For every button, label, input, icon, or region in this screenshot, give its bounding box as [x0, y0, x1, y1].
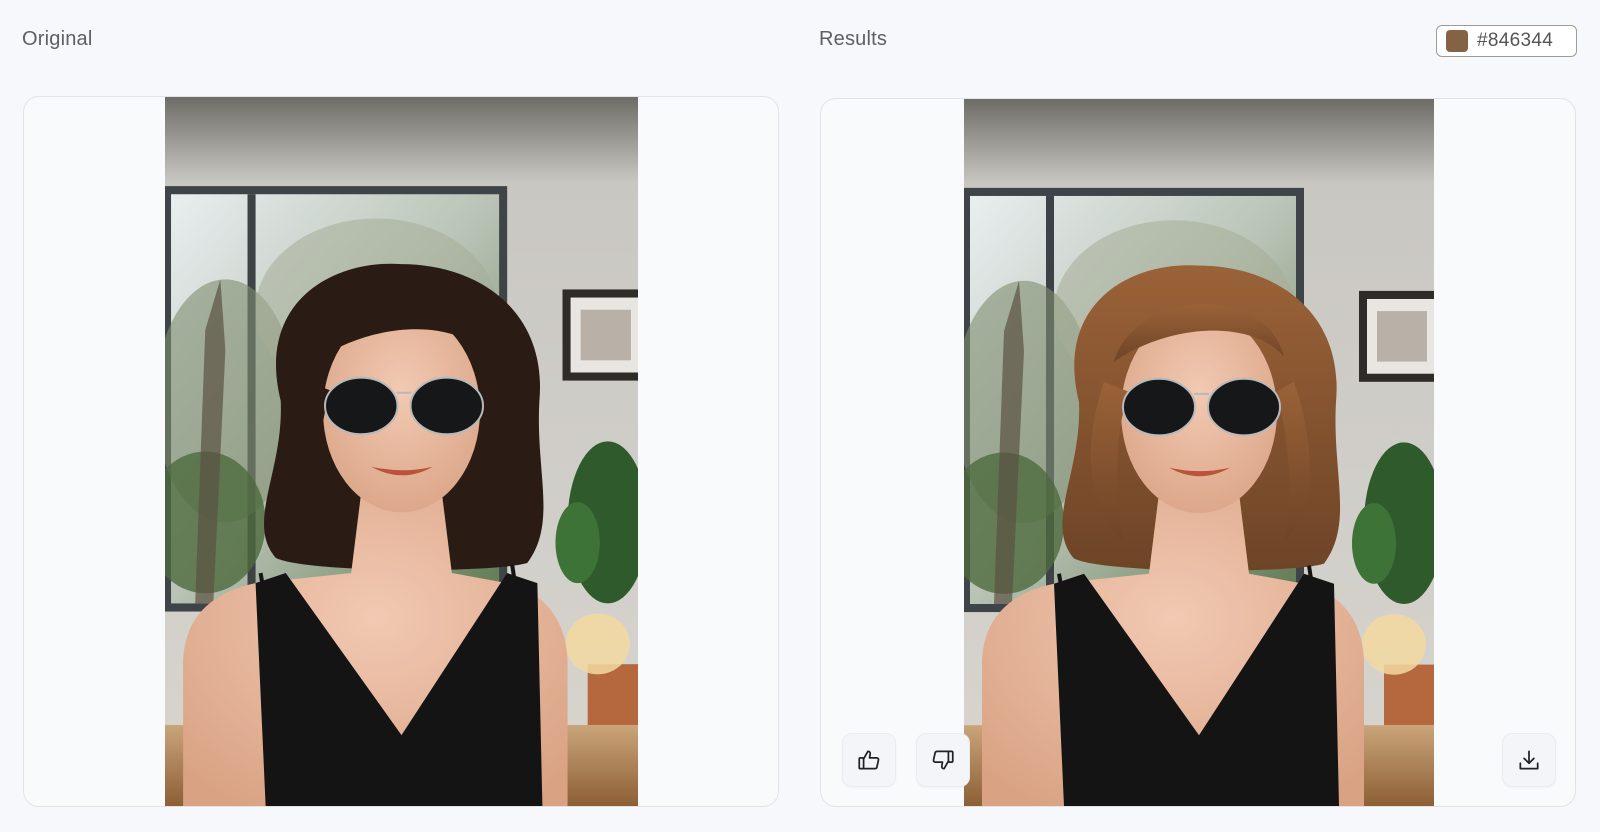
selected-color-chip[interactable]: #846344 [1436, 25, 1577, 57]
result-image-panel [820, 98, 1576, 807]
like-button[interactable] [842, 733, 896, 787]
download-button[interactable] [1502, 733, 1556, 787]
color-hex-label: #846344 [1477, 30, 1554, 51]
results-heading: Results [819, 28, 888, 50]
thumbs-up-icon [858, 750, 880, 770]
original-image-panel [23, 96, 779, 807]
dislike-button[interactable] [916, 733, 970, 787]
download-icon [1519, 750, 1539, 770]
result-photo [964, 99, 1434, 806]
thumbs-down-icon [932, 750, 954, 770]
original-heading: Original [22, 28, 93, 50]
original-photo [165, 97, 638, 806]
color-swatch [1446, 30, 1468, 52]
